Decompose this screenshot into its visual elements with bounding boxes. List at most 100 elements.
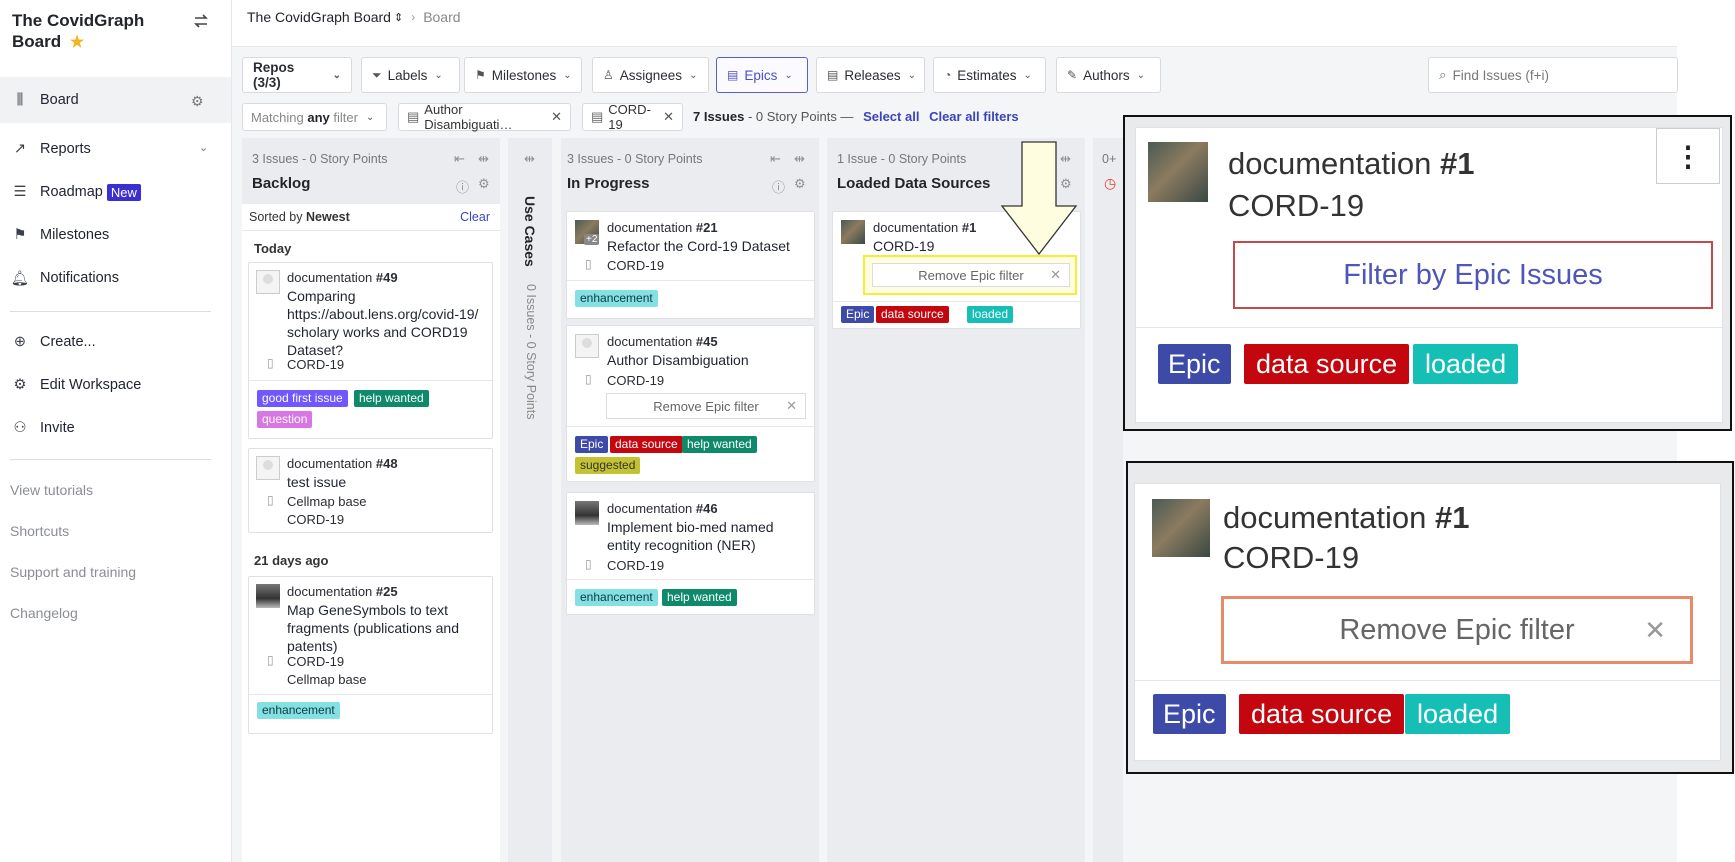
filter-chip-author[interactable]: ▤ Author Disambiguati… ✕ <box>398 102 571 132</box>
select-all-link[interactable]: Select all <box>863 109 919 124</box>
issue-card[interactable]: documentation #46 Implement bio-med name… <box>566 492 815 615</box>
releases-filter-button[interactable]: ▤ Releases ⌄ <box>816 57 925 93</box>
switch-workspace-icon[interactable] <box>192 12 210 30</box>
remove-epic-filter-button[interactable]: Remove Epic filter ✕ <box>1221 596 1693 664</box>
label-help-wanted[interactable]: help wanted <box>662 589 737 606</box>
issue-title[interactable]: Comparing https://about.lens.org/covid-1… <box>287 287 487 359</box>
chevron-down-icon: ⌄ <box>365 111 375 123</box>
label-enhancement[interactable]: enhancement <box>575 589 658 606</box>
issue-title[interactable]: CORD-19 <box>873 237 934 255</box>
link-changelog[interactable]: Changelog <box>10 605 78 621</box>
breadcrumb-workspace[interactable]: The CovidGraph Board <box>247 9 391 25</box>
info-icon[interactable]: ⓘ <box>456 177 469 196</box>
sort-arrows-icon[interactable]: ⇕ <box>394 11 403 24</box>
close-icon[interactable]: ✕ <box>551 109 562 125</box>
sidebar-item-edit-workspace[interactable]: ⚙ Edit Workspace <box>12 374 142 396</box>
clear-sort-link[interactable]: Clear <box>460 210 490 224</box>
search-input[interactable]: ⌕ Find Issues (f+i) <box>1428 57 1678 93</box>
breadcrumb-current: Board <box>423 9 461 25</box>
label-data-source[interactable]: data source <box>610 436 683 453</box>
label-epic[interactable]: Epic <box>841 306 875 323</box>
chevron-down-icon[interactable]: ⌄ <box>199 141 215 157</box>
clear-all-filters-link[interactable]: Clear all filters <box>929 109 1019 124</box>
repos-filter-button[interactable]: Repos (3/3) ⌄ <box>242 57 352 93</box>
remove-epic-filter-button[interactable]: Remove Epic filter ✕ <box>606 393 806 419</box>
issue-card[interactable]: documentation #45 Author Disambiguation … <box>566 325 815 482</box>
board-settings-icon[interactable]: ⚙ <box>191 93 207 109</box>
pipeline-use-cases[interactable]: ⇹ Use Cases 0 Issues - 0 Story Points <box>508 138 552 862</box>
pipeline-meta: 3 Issues - 0 Story Points <box>252 152 388 166</box>
issue-title[interactable]: Refactor the Cord-19 Dataset <box>607 237 790 255</box>
more-options-icon[interactable]: ⋮ <box>1656 128 1720 184</box>
star-icon[interactable]: ★ <box>70 34 84 51</box>
assignees-filter-button[interactable]: ♙ Assignees ⌄ <box>592 57 709 93</box>
issue-card[interactable]: documentation #48 test issue ▯ Cellmap b… <box>248 448 493 533</box>
filter-chip-cord19[interactable]: ▤ CORD-19 ✕ <box>582 102 683 132</box>
pencil-icon: ✎ <box>1067 68 1078 82</box>
label-loaded[interactable]: loaded <box>967 306 1014 323</box>
collapse-icon[interactable]: ⇤ <box>770 151 781 167</box>
label-epic: Epic <box>1153 694 1226 734</box>
avatar <box>841 220 865 244</box>
epic-name: CORD-19 <box>287 357 345 372</box>
avatar <box>256 270 280 294</box>
plus-circle-icon: ⊕ <box>13 334 27 350</box>
labels-filter-button[interactable]: ⏷ Labels ⌄ <box>361 57 460 93</box>
zoom-card: documentation #1 CORD-19 Remove Epic fil… <box>1134 483 1721 761</box>
pipeline-backlog: 3 Issues - 0 Story Points ⇤ ⇹ Backlog ⓘ … <box>242 138 500 862</box>
link-shortcuts[interactable]: Shortcuts <box>10 523 69 539</box>
sidebar-item-invite[interactable]: ⚇ Invite <box>12 417 75 439</box>
link-view-tutorials[interactable]: View tutorials <box>10 482 93 498</box>
label-enhancement[interactable]: enhancement <box>575 290 658 307</box>
collapse-icon[interactable]: ⇤ <box>454 151 465 167</box>
zoom-card: documentation #1 CORD-19 ⋮ Filter by Epi… <box>1135 127 1723 423</box>
label-question[interactable]: question <box>257 411 313 428</box>
estimates-filter-button[interactable]: ◔ Estimates ⌄ <box>933 57 1046 93</box>
label-good-first-issue[interactable]: good first issue <box>257 390 348 407</box>
epic-icon: ▯ <box>267 356 274 370</box>
label-suggested[interactable]: suggested <box>575 457 641 474</box>
expand-icon[interactable]: ⇹ <box>478 151 489 167</box>
label-epic[interactable]: Epic <box>575 436 609 453</box>
label-data-source[interactable]: data source <box>876 306 949 323</box>
sidebar-item-create[interactable]: ⊕ Create... <box>12 331 96 353</box>
label-help-wanted[interactable]: help wanted <box>682 436 757 453</box>
remove-epic-filter-button[interactable]: Remove Epic filter ✕ <box>872 263 1070 287</box>
label-data-source: data source <box>1239 694 1405 734</box>
sidebar-item-milestones[interactable]: ⚑ Milestones <box>12 224 110 246</box>
label-enhancement[interactable]: enhancement <box>257 702 340 719</box>
avatar <box>575 501 599 525</box>
issue-title[interactable]: Map GeneSymbols to text fragments (publi… <box>287 601 487 655</box>
sidebar-item-notifications[interactable]: 🔔︎ Notifications <box>11 267 119 289</box>
authors-filter-button[interactable]: ✎ Authors ⌄ <box>1056 57 1161 93</box>
expand-icon[interactable]: ⇹ <box>524 151 535 167</box>
matching-filter-dropdown[interactable]: Matching any filter ⌄ <box>242 103 387 131</box>
gear-icon[interactable]: ⚙ <box>794 176 806 192</box>
epic-icon: ▯ <box>585 372 592 386</box>
new-badge: New <box>106 183 141 201</box>
link-support[interactable]: Support and training <box>10 564 136 580</box>
filter-by-epic-button[interactable]: Filter by Epic Issues <box>1233 241 1713 309</box>
issue-title[interactable]: Implement bio-med named entity recogniti… <box>607 518 807 554</box>
sidebar-item-roadmap[interactable]: ☰ Roadmap New <box>12 181 141 203</box>
issue-card[interactable]: documentation #25 Map GeneSymbols to tex… <box>248 576 493 734</box>
sidebar-item-board[interactable]: ⫼ Board <box>12 89 79 111</box>
estimate-icon: ◔ <box>944 68 952 82</box>
label-help-wanted[interactable]: help wanted <box>354 390 429 407</box>
issue-title[interactable]: test issue <box>287 473 346 491</box>
issue-title[interactable]: Author Disambiguation <box>607 351 749 369</box>
gear-icon[interactable]: ⚙ <box>478 176 490 192</box>
milestones-filter-button[interactable]: ⚑ Milestones ⌄ <box>464 57 582 93</box>
divider <box>10 311 211 312</box>
info-icon[interactable]: ⓘ <box>772 177 785 196</box>
epics-filter-button[interactable]: ▤ Epics ⌄ <box>716 57 808 93</box>
issue-card[interactable]: documentation #49 Comparing https://abou… <box>248 262 493 439</box>
issue-card[interactable]: +2 documentation #21 Refactor the Cord-1… <box>566 211 815 319</box>
workspace-title[interactable]: The CovidGraph Board ★ <box>12 10 182 53</box>
expand-icon[interactable]: ⇹ <box>794 151 805 167</box>
close-icon: ✕ <box>1050 267 1061 282</box>
chevron-down-icon: ⌄ <box>563 69 572 81</box>
sidebar-item-reports[interactable]: ↗ Reports <box>12 138 91 160</box>
search-icon: ⌕ <box>1439 67 1447 82</box>
close-icon[interactable]: ✕ <box>663 109 674 125</box>
